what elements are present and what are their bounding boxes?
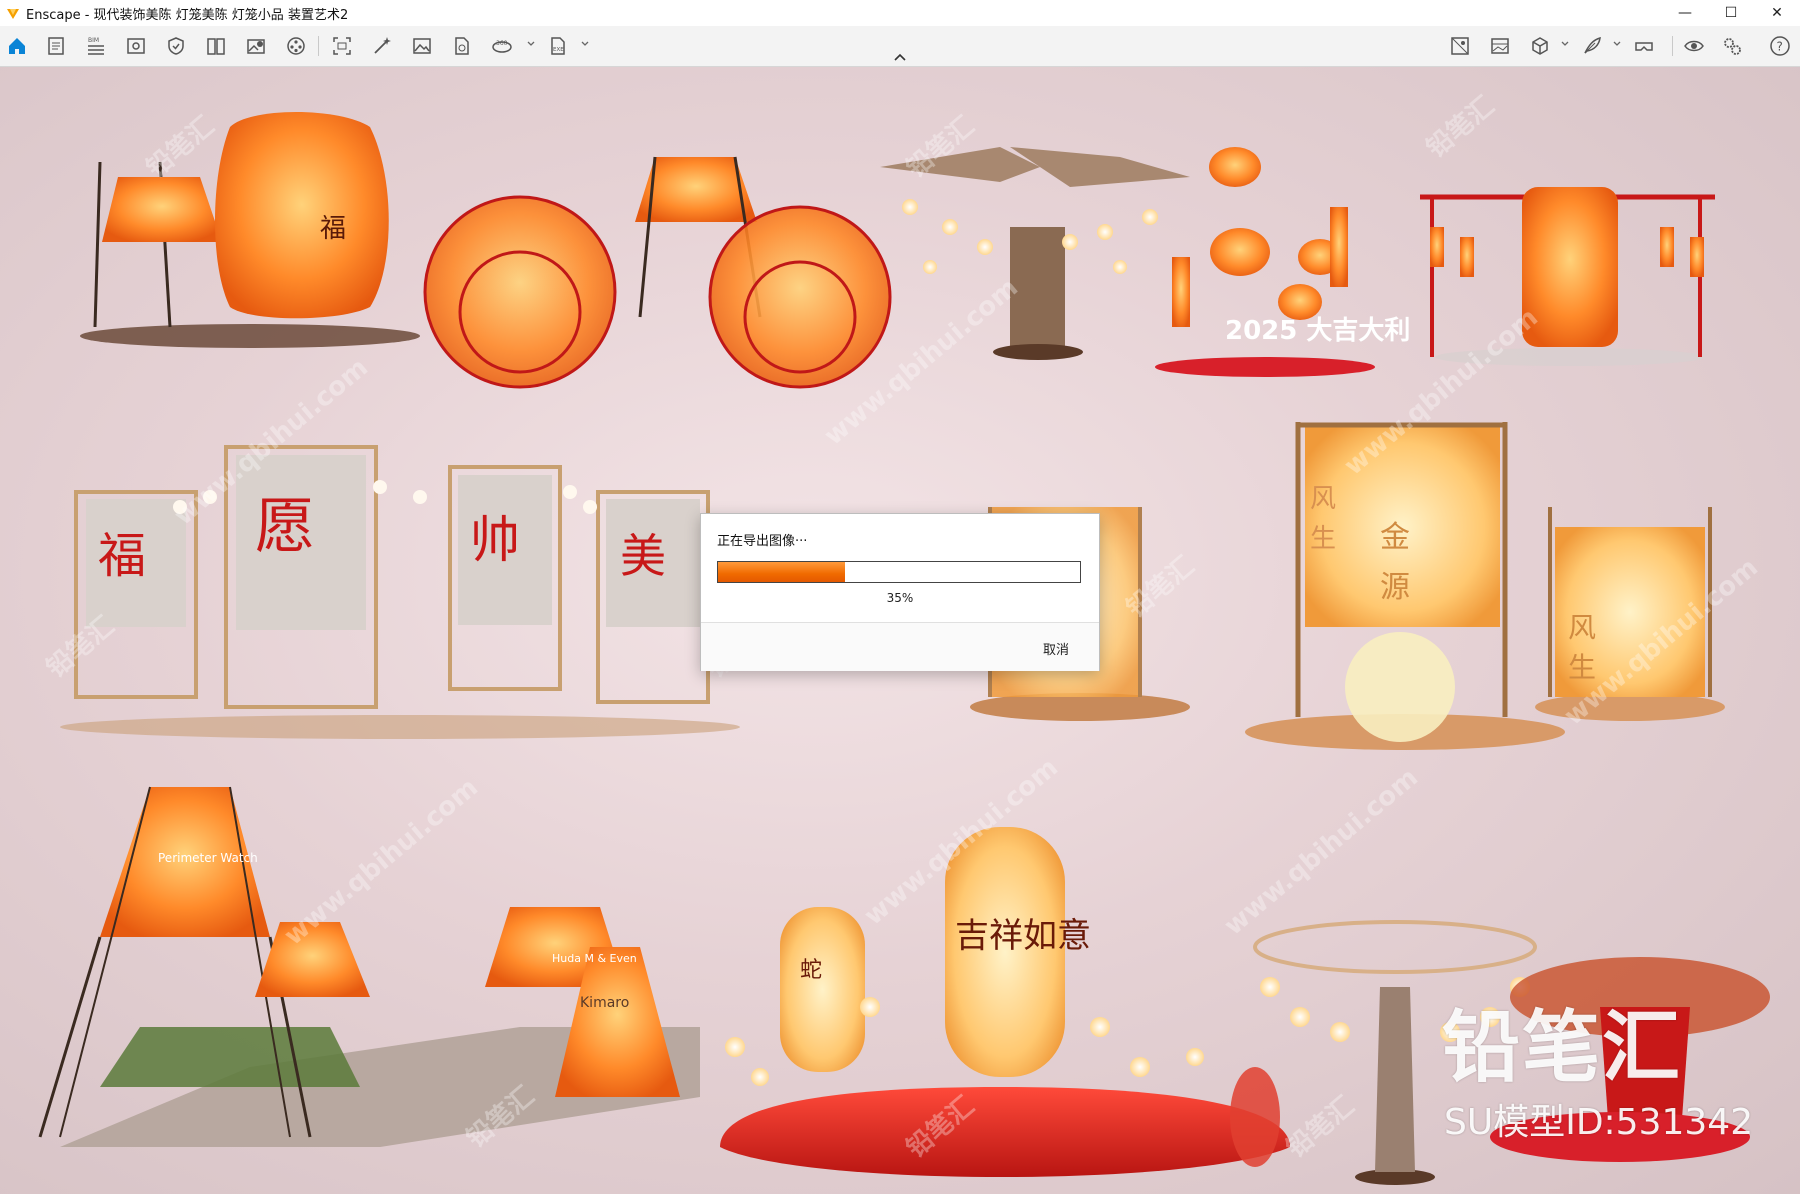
svg-text:EXE: EXE [553, 47, 564, 53]
export-progress-dialog: 正在导出图像··· 35% 取消 [700, 513, 1100, 671]
dialog-title: 正在导出图像··· [717, 534, 808, 549]
toolbar-separator [1672, 36, 1673, 56]
view-icon[interactable] [124, 34, 148, 58]
window-title: Enscape - 现代装饰美陈 灯笼美陈 灯笼小品 装置艺术2 [26, 7, 349, 23]
chevron-down-icon[interactable] [580, 39, 590, 49]
svg-text:Perimeter Watch: Perimeter Watch [158, 851, 258, 865]
svg-text:源: 源 [1380, 570, 1410, 605]
chevron-down-icon[interactable] [1612, 39, 1622, 49]
eye-icon[interactable] [1682, 34, 1706, 58]
settings-gears-icon[interactable] [1720, 34, 1744, 58]
image-icon[interactable] [410, 34, 434, 58]
row-1-lanterns: 福 2025 大吉大利 [80, 112, 1715, 389]
svg-text:360: 360 [496, 40, 508, 47]
book-icon[interactable] [204, 34, 228, 58]
chevron-down-icon[interactable] [1560, 39, 1570, 49]
vr-headset-icon[interactable] [1632, 34, 1656, 58]
svg-text:生: 生 [1310, 524, 1336, 554]
dialog-footer: 取消 [701, 622, 1099, 671]
svg-text:愿: 愿 [255, 492, 315, 562]
minimize-button[interactable]: — [1662, 0, 1708, 26]
chevron-up-icon[interactable] [892, 52, 908, 62]
cube-icon[interactable] [1528, 34, 1552, 58]
svg-text:福: 福 [320, 214, 346, 244]
chevron-down-icon[interactable] [526, 39, 536, 49]
svg-text:风: 风 [1310, 484, 1336, 514]
exe-export-icon[interactable]: EXE [546, 34, 570, 58]
svg-text:帅: 帅 [470, 511, 520, 569]
cancel-button[interactable]: 取消 [1043, 639, 1069, 658]
screenshot-icon[interactable] [330, 34, 354, 58]
svg-text:美: 美 [620, 529, 666, 583]
svg-text:蛇: 蛇 [800, 958, 822, 983]
watermark-model-id: SU模型ID:531342 [1444, 1102, 1754, 1143]
close-button[interactable]: ✕ [1754, 0, 1800, 26]
material-editor-icon[interactable] [1488, 34, 1512, 58]
magic-wand-icon[interactable] [370, 34, 394, 58]
svg-text:?: ? [1777, 40, 1783, 54]
svg-text:金: 金 [1380, 520, 1410, 555]
svg-text:Huda M & Even: Huda M & Even [552, 952, 637, 965]
asset-library-icon[interactable] [1448, 34, 1472, 58]
panorama-360-icon[interactable]: 360 [490, 34, 514, 58]
progress-percent-label: 35% [886, 591, 914, 605]
maximize-button[interactable]: ☐ [1708, 0, 1754, 26]
title-bar: Enscape - 现代装饰美陈 灯笼美陈 灯笼小品 装置艺术2 — ☐ ✕ [0, 0, 1800, 26]
help-icon[interactable]: ? [1768, 34, 1792, 58]
shield-icon[interactable] [164, 34, 188, 58]
svg-text:2025 大吉大利: 2025 大吉大利 [1225, 316, 1410, 346]
document-icon[interactable] [44, 34, 68, 58]
svg-text:福: 福 [98, 528, 146, 584]
progress-fill [718, 562, 845, 582]
home-icon[interactable] [5, 34, 29, 58]
svg-text:Kimaro: Kimaro [580, 995, 629, 1011]
bim-icon[interactable]: BIM [84, 34, 108, 58]
svg-text:风: 风 [1568, 611, 1596, 644]
export-progress-bar [717, 561, 1081, 583]
toolbar-separator [318, 36, 319, 56]
feather-icon[interactable] [1580, 34, 1604, 58]
svg-text:吉祥如意: 吉祥如意 [955, 916, 1091, 956]
info-image-icon[interactable] [244, 34, 268, 58]
enscape-logo-icon [7, 9, 19, 19]
film-reel-icon[interactable] [284, 34, 308, 58]
window-controls: — ☐ ✕ [1662, 0, 1800, 26]
watermark-brand: 铅笔汇 [1442, 1003, 1683, 1093]
export-doc-icon[interactable] [450, 34, 474, 58]
svg-text:BIM: BIM [88, 37, 99, 44]
